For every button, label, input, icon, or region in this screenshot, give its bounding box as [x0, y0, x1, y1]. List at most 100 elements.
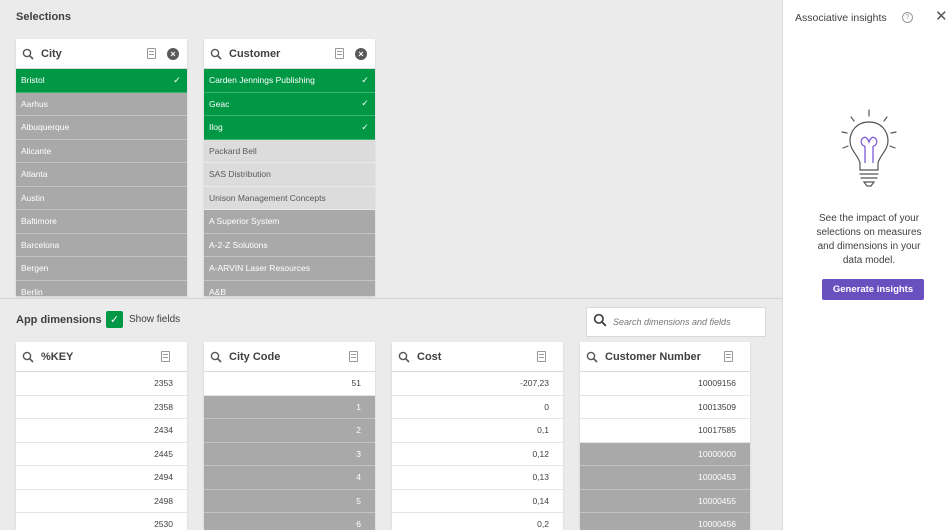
- list-item[interactable]: Berlin: [16, 280, 187, 296]
- list-item[interactable]: Carden Jennings Publishing ✓: [204, 69, 375, 93]
- listbox-rows: Carden Jennings Publishing ✓ Geac ✓ Ilog ✓ Pac…: [204, 69, 375, 296]
- list-menu-icon[interactable]: [147, 48, 156, 59]
- list-item[interactable]: 10000000: [580, 442, 750, 466]
- search-icon[interactable]: [22, 350, 36, 364]
- list-menu-icon[interactable]: [161, 351, 170, 362]
- list-item[interactable]: 0,1: [392, 419, 563, 443]
- list-item[interactable]: Aarhus: [16, 92, 187, 116]
- list-item[interactable]: 2494: [16, 466, 187, 490]
- list-item-label: Bristol: [21, 75, 45, 86]
- listbox-header[interactable]: %KEY: [16, 342, 187, 372]
- list-item[interactable]: Baltimore: [16, 210, 187, 234]
- generate-insights-button[interactable]: Generate insights: [822, 279, 924, 300]
- list-item-label: 0,1: [537, 425, 549, 436]
- list-item[interactable]: 10000455: [580, 489, 750, 513]
- list-item[interactable]: 10000453: [580, 466, 750, 490]
- list-item[interactable]: 10000456: [580, 513, 750, 530]
- listbox-title: Cost: [417, 350, 442, 363]
- list-item-label: -207,23: [520, 378, 549, 389]
- list-item[interactable]: A-ARVIN Laser Resources: [204, 257, 375, 281]
- list-item[interactable]: Ilog ✓: [204, 116, 375, 140]
- list-item[interactable]: 1: [204, 395, 375, 419]
- list-item-label: Baltimore: [21, 216, 57, 227]
- list-item[interactable]: Atlanta: [16, 163, 187, 187]
- listbox-key: %KEY 2353 2358 2434 2445 2494 2498 2530: [16, 342, 187, 530]
- list-menu-icon[interactable]: [537, 351, 546, 362]
- list-item[interactable]: 6: [204, 513, 375, 530]
- list-item-label: 4: [356, 472, 361, 483]
- list-menu-icon[interactable]: [724, 351, 733, 362]
- list-item[interactable]: 10009156: [580, 372, 750, 396]
- dimension-search-input[interactable]: [613, 317, 753, 327]
- list-item[interactable]: 2530: [16, 513, 187, 530]
- list-item[interactable]: 2: [204, 419, 375, 443]
- search-icon[interactable]: [398, 350, 412, 364]
- list-item[interactable]: Bristol ✓: [16, 69, 187, 93]
- help-icon[interactable]: ?: [902, 12, 913, 23]
- checkmark-icon: ✓: [361, 121, 369, 132]
- list-item[interactable]: 2445: [16, 442, 187, 466]
- list-item[interactable]: 2498: [16, 489, 187, 513]
- list-item[interactable]: Alicante: [16, 139, 187, 163]
- listbox-customer-number: Customer Number 10009156 10013509 10017585…: [580, 342, 750, 530]
- list-item-label: Albuquerque: [21, 122, 70, 133]
- list-item-label: A Superior System: [209, 216, 280, 227]
- listbox-header[interactable]: City ×: [16, 39, 187, 69]
- insights-title: Associative insights: [795, 12, 887, 24]
- list-item-label: 0,13: [532, 472, 549, 483]
- list-item[interactable]: 0: [392, 395, 563, 419]
- listbox-header[interactable]: Customer ×: [204, 39, 375, 69]
- list-item[interactable]: 0,14: [392, 489, 563, 513]
- close-icon[interactable]: ✕: [935, 7, 948, 25]
- list-item[interactable]: 10013509: [580, 395, 750, 419]
- list-item-label: 2353: [154, 378, 173, 389]
- list-item-label: Unison Management Concepts: [209, 192, 326, 203]
- list-item[interactable]: 2358: [16, 395, 187, 419]
- list-item[interactable]: 0,13: [392, 466, 563, 490]
- list-item[interactable]: Albuquerque: [16, 116, 187, 140]
- list-item-label: 10013509: [698, 401, 736, 412]
- list-item[interactable]: Bergen: [16, 257, 187, 281]
- list-item[interactable]: A&B: [204, 280, 375, 296]
- search-icon[interactable]: [210, 47, 224, 61]
- list-item[interactable]: 2353: [16, 372, 187, 396]
- list-item[interactable]: A-2-Z Solutions: [204, 233, 375, 257]
- list-item-label: 2434: [154, 425, 173, 436]
- list-item-label: 1: [356, 401, 361, 412]
- list-item[interactable]: 10017585: [580, 419, 750, 443]
- dimension-search-box[interactable]: [586, 307, 766, 337]
- list-item[interactable]: Packard Bell: [204, 139, 375, 163]
- list-item[interactable]: 4: [204, 466, 375, 490]
- list-item[interactable]: Barcelona: [16, 233, 187, 257]
- list-item-label: Barcelona: [21, 239, 60, 250]
- list-item[interactable]: Geac ✓: [204, 92, 375, 116]
- list-item[interactable]: A Superior System: [204, 210, 375, 234]
- clear-selection-icon[interactable]: ×: [167, 47, 179, 60]
- search-icon[interactable]: [210, 350, 224, 364]
- list-menu-icon[interactable]: [349, 351, 358, 362]
- listbox-header[interactable]: City Code: [204, 342, 375, 372]
- list-item[interactable]: 3: [204, 442, 375, 466]
- listbox-header[interactable]: Cost: [392, 342, 563, 372]
- search-icon[interactable]: [586, 350, 600, 364]
- list-menu-icon[interactable]: [335, 48, 344, 59]
- list-item[interactable]: 0,12: [392, 442, 563, 466]
- search-icon[interactable]: [22, 47, 36, 61]
- listbox-header[interactable]: Customer Number: [580, 342, 750, 372]
- list-item-label: Carden Jennings Publishing: [209, 75, 315, 86]
- show-fields-toggle[interactable]: ✓ Show fields: [106, 311, 180, 328]
- list-item[interactable]: Unison Management Concepts: [204, 186, 375, 210]
- app-dimensions-title: App dimensions: [16, 314, 102, 326]
- checkmark-icon: ✓: [361, 74, 369, 85]
- list-item[interactable]: 5: [204, 489, 375, 513]
- list-item-label: Atlanta: [21, 169, 48, 180]
- show-fields-label: Show fields: [129, 314, 181, 325]
- list-item[interactable]: Austin: [16, 186, 187, 210]
- list-item[interactable]: 0,2: [392, 513, 563, 530]
- list-item[interactable]: SAS Distribution: [204, 163, 375, 187]
- clear-selection-icon[interactable]: ×: [355, 47, 367, 60]
- list-item[interactable]: 51: [204, 372, 375, 396]
- list-item[interactable]: -207,23: [392, 372, 563, 396]
- checkbox-checked-icon[interactable]: ✓: [106, 311, 123, 328]
- list-item[interactable]: 2434: [16, 419, 187, 443]
